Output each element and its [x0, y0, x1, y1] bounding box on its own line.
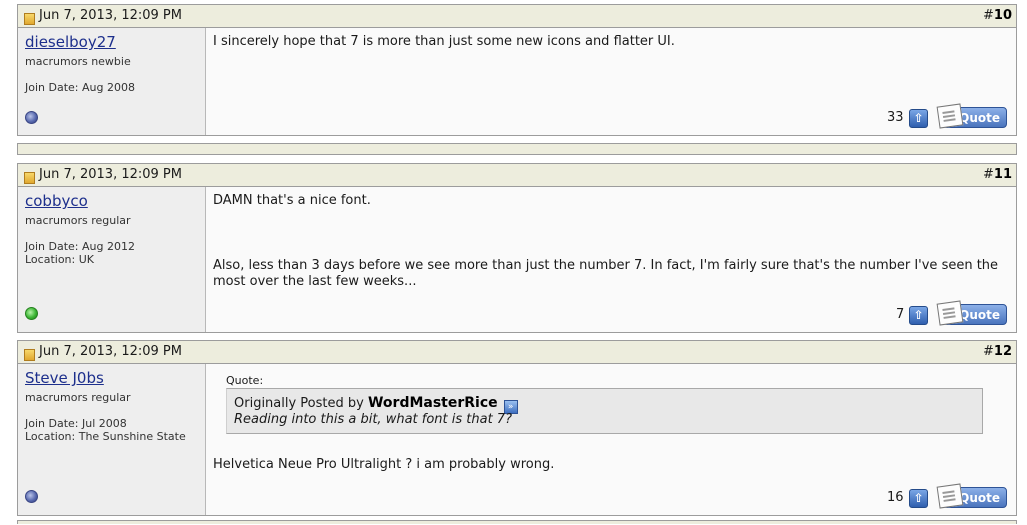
post-header: Jun 7, 2013, 12:09 PM #11 — [18, 164, 1016, 187]
quote-button[interactable]: Quote — [936, 300, 1007, 326]
quote-button-label: Quote — [959, 111, 1000, 125]
quote-button-label: Quote — [959, 308, 1000, 322]
post-date: Jun 7, 2013, 12:09 PM — [39, 8, 182, 23]
quote-box: Originally Posted by WordMasterRice» Rea… — [226, 388, 983, 434]
message-area: I sincerely hope that 7 is more than jus… — [206, 28, 1016, 135]
vote-up-icon[interactable]: ⇧ — [909, 109, 928, 128]
quote-posted-by: Originally Posted by — [234, 396, 364, 411]
post-11: Jun 7, 2013, 12:09 PM #11 cobbyco macrum… — [17, 163, 1017, 333]
post-12: Jun 7, 2013, 12:09 PM #12 Steve J0bs mac… — [17, 340, 1017, 516]
quote-paper-icon — [936, 300, 964, 326]
post-date: Jun 7, 2013, 12:09 PM — [39, 344, 182, 359]
location: Location: The Sunshine State — [25, 430, 186, 443]
vote-count: 16 — [887, 490, 904, 505]
quote-button[interactable]: Quote — [936, 103, 1007, 129]
location: Location: UK — [25, 253, 94, 266]
username-link[interactable]: Steve J0bs — [25, 369, 104, 387]
user-details: Join Date: Aug 2012 Location: UK — [25, 240, 135, 266]
offline-status-icon — [25, 111, 38, 124]
quote-text: Reading into this a bit, what font is th… — [234, 412, 512, 427]
join-date: Join Date: Aug 2008 — [25, 81, 135, 94]
user-title: macrumors newbie — [25, 55, 131, 68]
vote-up-icon[interactable]: ⇧ — [909, 306, 928, 325]
quote-author: WordMasterRice — [367, 395, 498, 411]
user-info-panel: dieselboy27 macrumors newbie Join Date: … — [18, 28, 206, 135]
quote-label: Quote: — [226, 374, 264, 387]
user-info-panel: cobbyco macrumors regular Join Date: Aug… — [18, 187, 206, 332]
post-status-icon — [24, 13, 35, 25]
vote-count: 7 — [896, 307, 905, 322]
message-area: DAMN that's a nice font. Also, less than… — [206, 187, 1016, 332]
post-body: Steve J0bs macrumors regular Join Date: … — [18, 364, 1016, 515]
message-text: DAMN that's a nice font. — [213, 193, 371, 208]
post-number-link[interactable]: #10 — [983, 5, 1012, 27]
post-header: Jun 7, 2013, 12:09 PM #12 — [18, 341, 1016, 364]
message-text: Also, less than 3 days before we see mor… — [213, 258, 999, 289]
online-status-icon — [25, 307, 38, 320]
user-info-panel: Steve J0bs macrumors regular Join Date: … — [18, 364, 206, 515]
quote-button-label: Quote — [959, 491, 1000, 505]
quote-paper-icon — [936, 483, 964, 509]
offline-status-icon — [25, 490, 38, 503]
post-number-link[interactable]: #12 — [983, 341, 1012, 363]
message-area: Quote: Originally Posted by WordMasterRi… — [206, 364, 1016, 515]
post-body: cobbyco macrumors regular Join Date: Aug… — [18, 187, 1016, 332]
post-body: dieselboy27 macrumors newbie Join Date: … — [18, 28, 1016, 135]
vote-count: 33 — [887, 110, 904, 125]
post-status-icon — [24, 172, 35, 184]
message-text: Helvetica Neue Pro Ultralight ? i am pro… — [213, 457, 555, 472]
join-date: Join Date: Aug 2012 — [25, 240, 135, 253]
join-date: Join Date: Jul 2008 — [25, 417, 127, 430]
post-number-link[interactable]: #11 — [983, 164, 1012, 186]
user-title: macrumors regular — [25, 214, 131, 227]
username-link[interactable]: dieselboy27 — [25, 33, 116, 51]
quote-paper-icon — [936, 103, 964, 129]
post-date: Jun 7, 2013, 12:09 PM — [39, 167, 182, 182]
post-separator — [17, 143, 1017, 155]
user-title: macrumors regular — [25, 391, 131, 404]
username-link[interactable]: cobbyco — [25, 192, 88, 210]
user-details: Join Date: Jul 2008 Location: The Sunshi… — [25, 417, 186, 443]
post-separator — [17, 520, 1017, 524]
vote-up-icon[interactable]: ⇧ — [909, 489, 928, 508]
post-10: Jun 7, 2013, 12:09 PM #10 dieselboy27 ma… — [17, 4, 1017, 136]
post-header: Jun 7, 2013, 12:09 PM #10 — [18, 5, 1016, 28]
quote-button[interactable]: Quote — [936, 483, 1007, 509]
user-details: Join Date: Aug 2008 — [25, 81, 135, 94]
post-status-icon — [24, 349, 35, 361]
message-text: I sincerely hope that 7 is more than jus… — [213, 34, 675, 49]
